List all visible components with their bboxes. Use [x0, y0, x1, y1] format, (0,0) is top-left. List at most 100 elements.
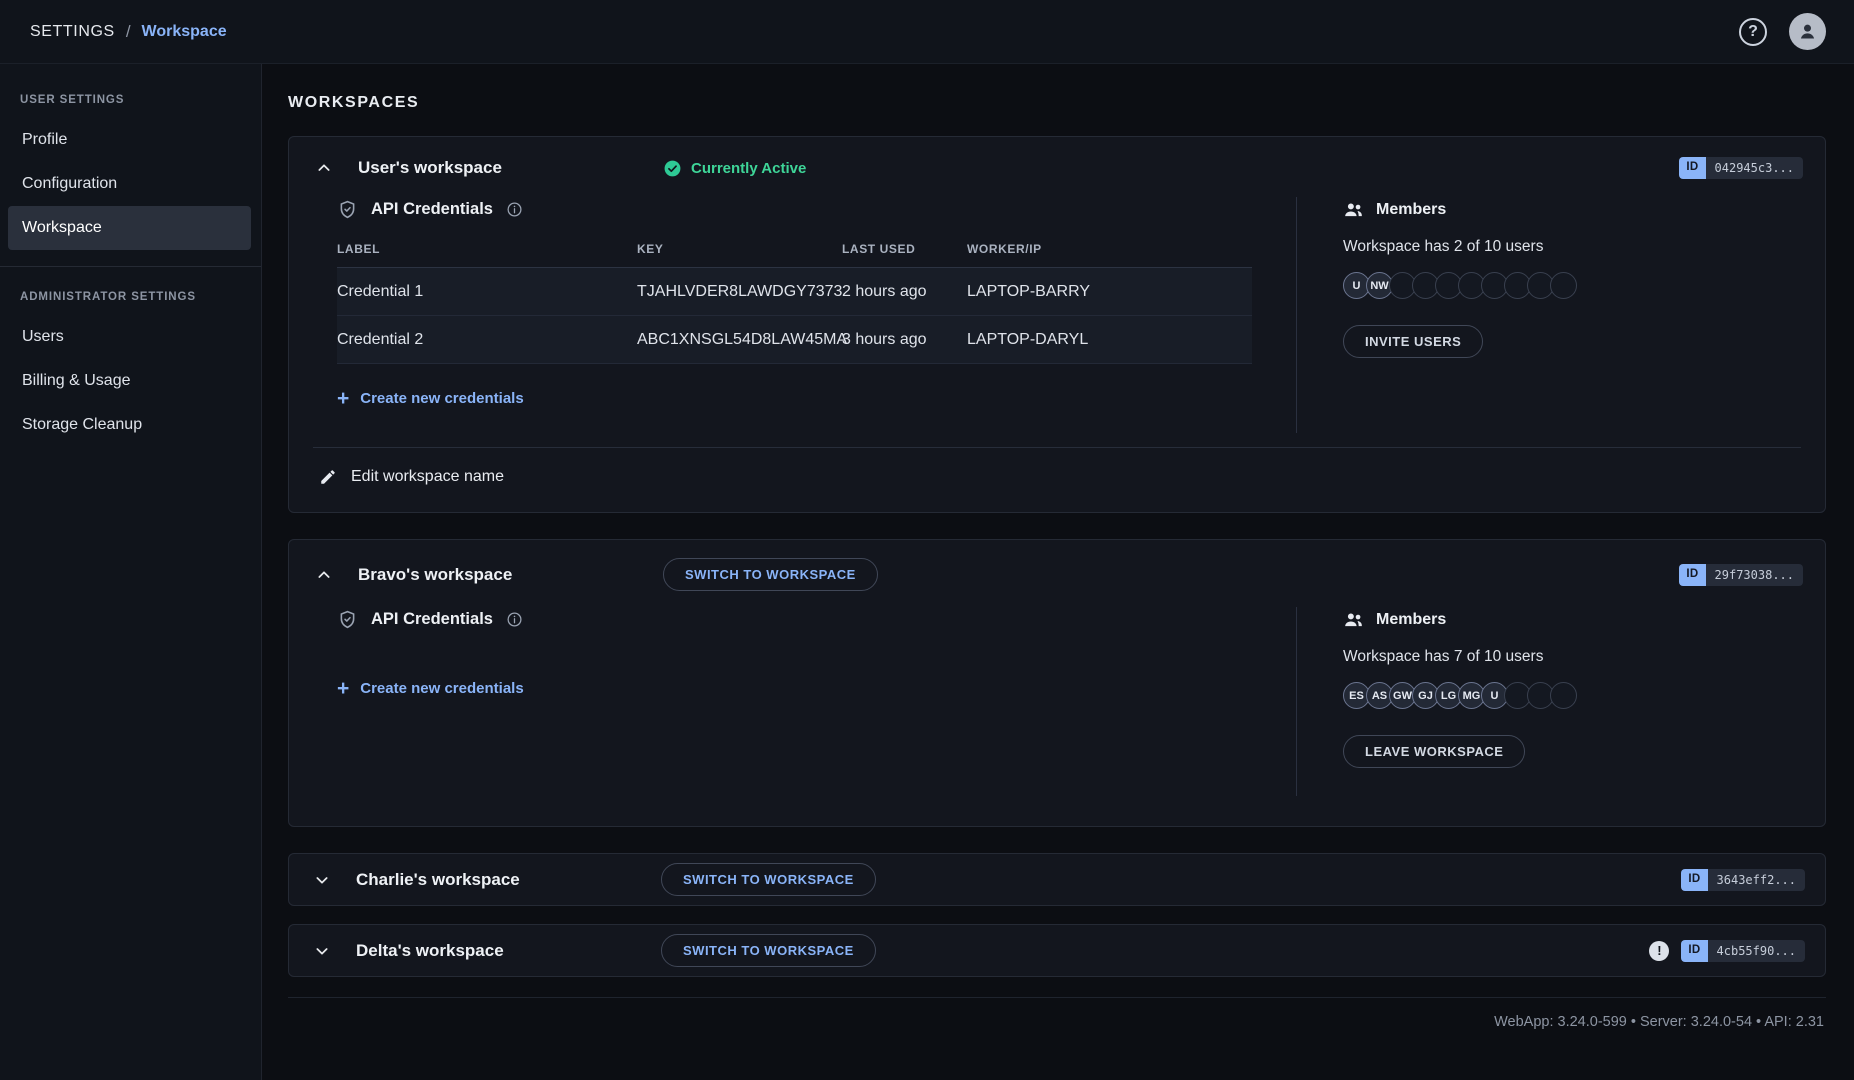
sidebar-section-user-settings: USER SETTINGS	[0, 72, 261, 118]
chevron-up-icon[interactable]	[311, 562, 337, 588]
shield-icon	[337, 609, 358, 630]
sidebar-item-users[interactable]: Users	[8, 315, 251, 359]
workspace-id-badge[interactable]: ID 29f73038...	[1679, 564, 1803, 586]
create-credentials-button[interactable]: + Create new credentials	[337, 678, 524, 699]
person-icon	[1797, 21, 1818, 42]
id-label: ID	[1679, 157, 1705, 179]
plus-icon: +	[337, 678, 349, 699]
sidebar-item-label: Users	[22, 328, 64, 346]
edit-workspace-name-button[interactable]: Edit workspace name	[313, 447, 1801, 512]
empty-avatar-slot	[1550, 272, 1577, 299]
members-section: Members Workspace has 7 of 10 users ES A…	[1296, 607, 1801, 796]
info-icon[interactable]	[506, 611, 523, 628]
sidebar-item-billing-usage[interactable]: Billing & Usage	[8, 359, 251, 403]
workspace-card-header: Delta's workspace SWITCH TO WORKSPACE ! …	[289, 925, 1825, 976]
create-credentials-label: Create new credentials	[360, 390, 523, 407]
sidebar-section-admin-settings: ADMINISTRATOR SETTINGS	[0, 269, 261, 315]
column-header-label: LABEL	[337, 242, 637, 256]
workspace-id-value: 4cb55f90...	[1708, 940, 1805, 962]
people-icon	[1343, 199, 1364, 220]
members-title: Members	[1376, 201, 1446, 219]
members-count: Workspace has 2 of 10 users	[1343, 238, 1791, 256]
members-section: Members Workspace has 2 of 10 users U NW	[1296, 197, 1801, 433]
invite-users-button[interactable]: INVITE USERS	[1343, 325, 1483, 358]
shield-icon	[337, 199, 358, 220]
chevron-down-icon[interactable]	[309, 938, 335, 964]
workspace-id-value: 29f73038...	[1706, 564, 1803, 586]
sidebar-item-profile[interactable]: Profile	[8, 118, 251, 162]
column-header-key: KEY	[637, 242, 842, 256]
workspace-id-value: 042945c3...	[1706, 157, 1803, 179]
credential-worker: LAPTOP-BARRY	[967, 283, 1252, 301]
pencil-icon	[319, 468, 337, 486]
members-count: Workspace has 7 of 10 users	[1343, 648, 1791, 666]
currently-active-status: Currently Active	[663, 159, 806, 178]
switch-to-workspace-button[interactable]: SWITCH TO WORKSPACE	[661, 863, 876, 896]
api-credentials-title: API Credentials	[371, 610, 493, 629]
switch-to-workspace-button[interactable]: SWITCH TO WORKSPACE	[663, 558, 878, 591]
workspace-card-users: User's workspace Currently Active ID 042…	[288, 136, 1826, 513]
workspace-card-body: API Credentials LABEL KEY LAST USED WORK…	[289, 185, 1825, 443]
warning-icon[interactable]: !	[1649, 941, 1669, 961]
workspace-name: Delta's workspace	[356, 941, 504, 961]
topbar-actions: ?	[1739, 13, 1826, 50]
sidebar: USER SETTINGS Profile Configuration Work…	[0, 64, 262, 1080]
credential-key: TJAHLVDER8LAWDGY7373	[637, 283, 842, 301]
credential-last-used: 2 hours ago	[842, 283, 967, 301]
credential-key: ABC1XNSGL54D8LAW45MA	[637, 331, 842, 349]
credentials-table: LABEL KEY LAST USED WORKER/IP Credential…	[337, 242, 1252, 364]
version-footer: WebApp: 3.24.0-599 • Server: 3.24.0-54 •…	[288, 997, 1826, 1030]
id-label: ID	[1679, 564, 1705, 586]
info-icon[interactable]	[506, 201, 523, 218]
sidebar-item-label: Storage Cleanup	[22, 416, 142, 434]
workspace-card-bravo: Bravo's workspace SWITCH TO WORKSPACE ID…	[288, 539, 1826, 827]
workspace-header-right: ID 29f73038...	[1679, 564, 1803, 586]
empty-avatar-slot	[1550, 682, 1577, 709]
workspace-id-value: 3643eff2...	[1708, 869, 1805, 891]
switch-to-workspace-button[interactable]: SWITCH TO WORKSPACE	[661, 934, 876, 967]
sidebar-item-workspace[interactable]: Workspace	[8, 206, 251, 250]
workspace-id-badge[interactable]: ID 042945c3...	[1679, 157, 1803, 179]
members-avatar-row: U NW	[1343, 272, 1791, 299]
workspace-title-area: Bravo's workspace	[311, 562, 663, 588]
plus-icon: +	[337, 388, 349, 409]
sidebar-item-label: Profile	[22, 131, 67, 149]
workspace-name: Bravo's workspace	[358, 565, 512, 585]
members-header: Members	[1343, 609, 1791, 630]
breadcrumb-separator: /	[126, 22, 131, 42]
workspace-id-badge[interactable]: ID 3643eff2...	[1681, 869, 1805, 891]
workspace-header-right: ID 042945c3...	[1679, 157, 1803, 179]
user-avatar[interactable]	[1789, 13, 1826, 50]
breadcrumb-workspace: Workspace	[142, 23, 227, 41]
leave-workspace-button[interactable]: LEAVE WORKSPACE	[1343, 735, 1525, 768]
chevron-up-icon[interactable]	[311, 155, 337, 181]
sidebar-item-configuration[interactable]: Configuration	[8, 162, 251, 206]
api-credentials-title: API Credentials	[371, 200, 493, 219]
sidebar-item-label: Workspace	[22, 219, 102, 237]
api-credentials-header: API Credentials	[337, 199, 1266, 220]
api-credentials-header: API Credentials	[337, 609, 1266, 630]
table-row: Credential 1 TJAHLVDER8LAWDGY7373 2 hour…	[337, 268, 1252, 316]
page-title: WORKSPACES	[288, 94, 1826, 112]
members-title: Members	[1376, 611, 1446, 629]
active-status-label: Currently Active	[691, 160, 806, 177]
help-icon[interactable]: ?	[1739, 18, 1767, 46]
sidebar-item-storage-cleanup[interactable]: Storage Cleanup	[8, 403, 251, 447]
breadcrumb-settings[interactable]: SETTINGS	[30, 23, 115, 41]
main-content: WORKSPACES User's workspace Currently Ac…	[262, 64, 1854, 1080]
credential-label: Credential 2	[337, 331, 637, 349]
workspace-header-right: ID 3643eff2...	[1681, 869, 1805, 891]
workspace-card-header: User's workspace Currently Active ID 042…	[289, 137, 1825, 185]
workspace-title-area: Delta's workspace	[309, 938, 661, 964]
workspace-id-badge[interactable]: ID 4cb55f90...	[1681, 940, 1805, 962]
create-credentials-button[interactable]: + Create new credentials	[337, 388, 524, 409]
workspace-card-body: API Credentials + Create new credentials	[289, 595, 1825, 826]
chevron-down-icon[interactable]	[309, 867, 335, 893]
people-icon	[1343, 609, 1364, 630]
workspace-header-right: ! ID 4cb55f90...	[1649, 940, 1805, 962]
topbar: SETTINGS / Workspace ?	[0, 0, 1854, 64]
api-credentials-section: API Credentials + Create new credentials	[313, 607, 1296, 796]
sidebar-item-label: Configuration	[22, 175, 117, 193]
id-label: ID	[1681, 869, 1707, 891]
check-circle-icon	[663, 159, 682, 178]
